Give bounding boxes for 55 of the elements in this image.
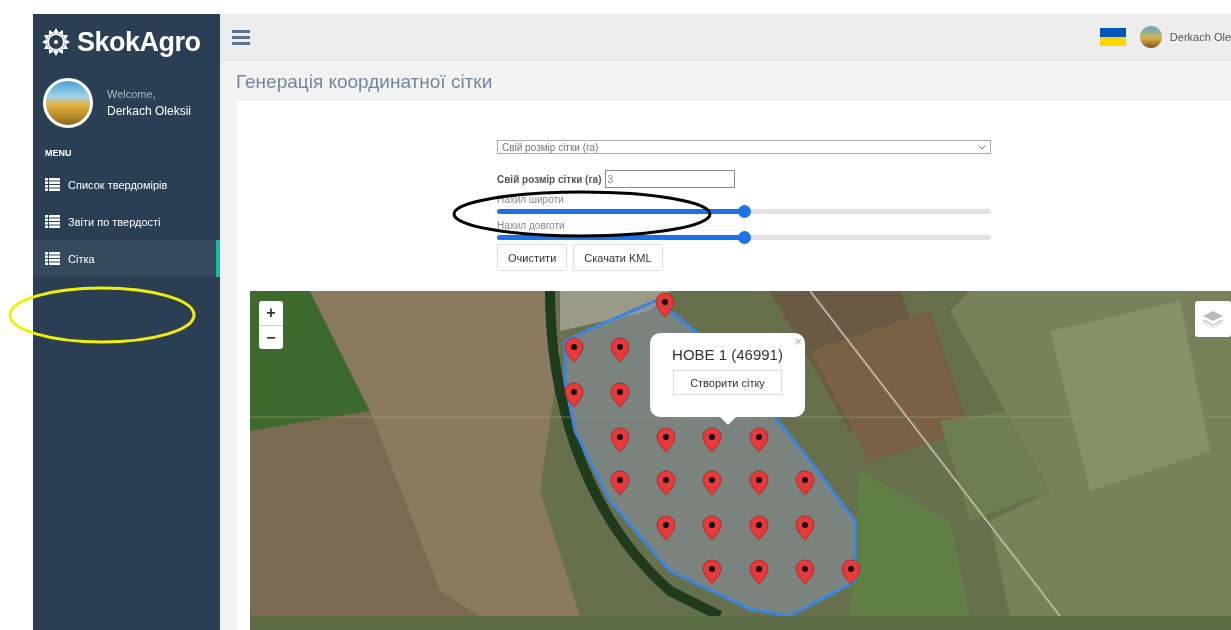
user-menu-link[interactable]: Derkach Ole	[1169, 31, 1231, 43]
action-button[interactable]: Очистити	[497, 244, 568, 271]
slider-thumb[interactable]	[738, 205, 751, 218]
map-marker-icon[interactable]	[656, 470, 676, 496]
slider-thumb[interactable]	[738, 231, 751, 244]
map-marker-icon[interactable]	[702, 427, 722, 453]
slider-label: Нахил довготи	[497, 220, 566, 231]
field-label: Свій розмір сітки (га)	[497, 173, 602, 185]
satellite-map[interactable]: + − НОВЕ 1 (46991) × Створити сітку	[250, 291, 1231, 630]
map-marker-icon[interactable]	[610, 382, 630, 408]
layers-icon	[1202, 309, 1224, 329]
user-name: Derkach Oleksii	[107, 104, 192, 118]
map-marker-icon[interactable]	[610, 470, 630, 496]
avatar-image	[1139, 26, 1162, 48]
popup-pointer	[720, 417, 736, 425]
list-icon	[45, 252, 60, 265]
menu-item[interactable]: Сітка	[33, 240, 220, 277]
menu-item[interactable]: Список твердомірів	[33, 166, 220, 203]
sun-logo-icon	[41, 27, 71, 57]
map-marker-icon[interactable]	[795, 515, 815, 541]
menu-icon[interactable]	[232, 29, 250, 45]
map-marker-icon[interactable]	[795, 470, 815, 496]
zoom-out-button[interactable]: −	[259, 325, 283, 349]
chevron-down-icon	[978, 144, 986, 150]
map-marker-icon[interactable]	[841, 559, 861, 585]
avatar-image	[43, 78, 93, 128]
map-marker-icon[interactable]	[749, 515, 769, 541]
list-icon	[45, 215, 60, 228]
map-marker-icon[interactable]	[610, 337, 630, 363]
map-marker-icon[interactable]	[795, 559, 815, 585]
map-marker-icon[interactable]	[749, 470, 769, 496]
map-marker-icon[interactable]	[655, 292, 675, 318]
create-grid-button[interactable]: Створити сітку	[673, 370, 782, 395]
input-field[interactable]: 3	[604, 170, 735, 188]
map-marker-icon[interactable]	[564, 337, 584, 363]
welcome-text: Welcome,	[107, 88, 157, 100]
menu-heading: MENU	[44, 147, 73, 158]
map-marker-icon[interactable]	[656, 515, 676, 541]
flag-icon[interactable]	[1099, 28, 1126, 46]
action-button[interactable]: Скачати KML	[573, 244, 663, 271]
popup-title: НОВЕ 1 (46991)	[672, 346, 783, 363]
map-marker-icon[interactable]	[749, 559, 769, 585]
map-marker-icon[interactable]	[702, 470, 722, 496]
map-marker-icon[interactable]	[656, 427, 676, 453]
map-marker-icon[interactable]	[702, 559, 722, 585]
grid-size-dropdown[interactable]: Свій розмір сітки (га)	[497, 140, 991, 154]
page-title: Генерація координатної сітки	[235, 70, 494, 94]
map-marker-icon[interactable]	[564, 382, 584, 408]
map-marker-icon[interactable]	[610, 427, 630, 453]
brand-logo-text: SkokAgro	[77, 26, 201, 58]
menu-item[interactable]: Звіти по твердості	[33, 203, 220, 240]
map-marker-icon[interactable]	[749, 427, 769, 453]
map-marker-icon[interactable]	[702, 515, 722, 541]
zoom-in-button[interactable]: +	[259, 301, 283, 325]
list-icon	[45, 178, 60, 191]
